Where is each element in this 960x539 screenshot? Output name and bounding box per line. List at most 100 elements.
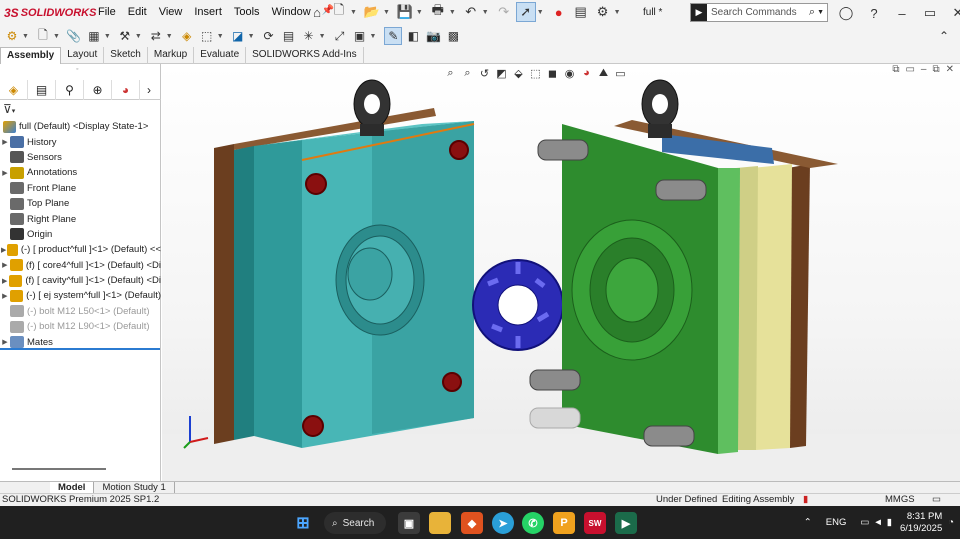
- solidworks-logo[interactable]: 3S SOLIDWORKS: [0, 6, 96, 20]
- presentation-app-icon[interactable]: P: [553, 512, 575, 534]
- tree-item[interactable]: Front Plane: [0, 181, 161, 196]
- property-manager-tab-icon[interactable]: ▤: [28, 80, 56, 100]
- tab-sketch[interactable]: Sketch: [104, 47, 148, 64]
- open-folder-icon[interactable]: 📂: [362, 2, 382, 22]
- graphics-viewport[interactable]: ⌕ ⌕ ↺ ◩ ⬙ ⬚ ◼ ◉ ◕ ⛰ ▭ ⧉ ▭ – ⧉ ✕: [162, 64, 960, 481]
- mold-assembly-model[interactable]: [162, 64, 960, 481]
- feature-tree-tab-icon[interactable]: ◈: [0, 80, 28, 100]
- core-half[interactable]: [529, 79, 838, 454]
- search-commands-box[interactable]: ▶ Search Commands ⌕ ▼: [690, 3, 828, 22]
- expand-chevron-icon[interactable]: ▶: [0, 338, 10, 346]
- show-hidden-icon[interactable]: ◈: [178, 27, 196, 45]
- tree-item[interactable]: Sensors: [0, 150, 161, 165]
- chevron-down-icon[interactable]: ▼: [248, 33, 255, 40]
- save-icon[interactable]: 💾: [395, 2, 415, 22]
- expand-chevron-icon[interactable]: ▶: [0, 169, 10, 177]
- file-properties-icon[interactable]: ▤: [571, 2, 591, 22]
- search-mode-icon[interactable]: ▶: [691, 4, 707, 21]
- display-icon[interactable]: ▭: [860, 517, 869, 528]
- rebuild-traffic-light-icon[interactable]: ●: [549, 2, 569, 22]
- tab-layout[interactable]: Layout: [61, 47, 105, 64]
- chevron-right-icon[interactable]: ›: [140, 80, 158, 100]
- close-icon[interactable]: ✕: [948, 3, 960, 23]
- chevron-down-icon[interactable]: ▼: [370, 33, 377, 40]
- search-icon[interactable]: ⌕: [809, 6, 817, 19]
- solidworks-taskbar-icon[interactable]: SW: [584, 512, 606, 534]
- chevron-down-icon[interactable]: ▼: [22, 33, 29, 40]
- windows-start-icon[interactable]: ⊞: [292, 512, 314, 534]
- tree-item[interactable]: (-) bolt M12 L90<1> (Default): [0, 319, 161, 334]
- file-explorer-icon[interactable]: [429, 512, 451, 534]
- status-units[interactable]: MMGS: [885, 494, 915, 506]
- tab-solidworks-addins[interactable]: SOLIDWORKS Add-Ins: [246, 47, 364, 64]
- chevron-up-icon[interactable]: ⌃: [804, 517, 812, 528]
- terminal-app-icon[interactable]: ▶: [615, 512, 637, 534]
- expand-chevron-icon[interactable]: ▶: [0, 277, 9, 285]
- chevron-down-icon[interactable]: ▼: [537, 9, 544, 16]
- user-account-icon[interactable]: ◯: [836, 3, 856, 23]
- tree-item[interactable]: ▶ History: [0, 134, 161, 149]
- product-part[interactable]: [472, 259, 564, 351]
- menu-tools[interactable]: Tools: [228, 0, 266, 25]
- horizontal-scrollbar[interactable]: [12, 468, 106, 470]
- expand-chevron-icon[interactable]: ▶: [0, 138, 10, 146]
- edit-component-icon[interactable]: ✎: [384, 27, 403, 45]
- rebuild-status-icon[interactable]: ▮: [803, 494, 808, 506]
- chevron-down-icon[interactable]: ▼: [383, 9, 390, 16]
- new-part-icon[interactable]: 🗋: [34, 27, 52, 45]
- tree-item[interactable]: ▶ (-) [ ej system^full ]<1> (Default): [0, 288, 161, 303]
- chevron-down-icon[interactable]: ▼: [166, 33, 173, 40]
- menu-insert[interactable]: Insert: [188, 0, 228, 25]
- take-snapshot-icon[interactable]: ◧: [404, 27, 422, 45]
- telegram-icon[interactable]: ➤: [492, 512, 514, 534]
- tree-item[interactable]: Right Plane: [0, 211, 161, 226]
- display-manager-tab-icon[interactable]: ◕: [112, 80, 140, 100]
- linear-pattern-icon[interactable]: ▦: [85, 27, 103, 45]
- volume-icon[interactable]: ◄: [873, 517, 882, 528]
- exploded-view-icon[interactable]: ✳: [300, 27, 318, 45]
- chevron-down-icon[interactable]: ▼: [217, 33, 224, 40]
- menu-view[interactable]: View: [153, 0, 189, 25]
- tree-root[interactable]: full (Default) <Display State-1>: [0, 119, 161, 134]
- battery-icon[interactable]: ▮: [887, 517, 892, 528]
- tab-evaluate[interactable]: Evaluate: [194, 47, 247, 64]
- reference-geometry-icon[interactable]: ◪: [229, 27, 247, 45]
- help-icon[interactable]: ?: [864, 3, 884, 23]
- clock[interactable]: 8:31 PM 6/19/2025: [900, 511, 942, 535]
- expand-chevron-icon[interactable]: ▶: [0, 246, 7, 254]
- tree-item[interactable]: ▶ (f) [ core4^full ]<1> (Default) <Di: [0, 258, 161, 273]
- whatsapp-icon[interactable]: ✆: [522, 512, 544, 534]
- chevron-down-icon[interactable]: ▼: [135, 33, 142, 40]
- bill-of-materials-icon[interactable]: ▤: [280, 27, 298, 45]
- brave-browser-icon[interactable]: ◆: [461, 512, 483, 534]
- filter-icon[interactable]: ⊽▾: [3, 102, 158, 118]
- dimxpert-tab-icon[interactable]: ⊕: [84, 80, 112, 100]
- smart-fasteners-icon[interactable]: ⚒: [116, 27, 134, 45]
- menu-file[interactable]: File: [92, 0, 122, 25]
- expand-chevron-icon[interactable]: ▶: [0, 292, 10, 300]
- home-icon[interactable]: ⌂: [307, 2, 327, 22]
- new-motion-study-icon[interactable]: ⟳: [260, 27, 278, 45]
- tree-item[interactable]: Origin: [0, 227, 161, 242]
- chevron-down-icon[interactable]: ▼: [104, 33, 111, 40]
- instant3d-icon[interactable]: ⤢: [331, 27, 349, 45]
- print-icon[interactable]: 🖶: [428, 2, 448, 22]
- chevron-down-icon[interactable]: ▼: [53, 33, 60, 40]
- chevron-down-icon[interactable]: ▼: [614, 9, 621, 16]
- tree-item[interactable]: ▶ (f) [ cavity^full ]<1> (Default) <Di: [0, 273, 161, 288]
- select-pointer-icon[interactable]: ➚: [515, 2, 536, 22]
- expand-chevron-icon[interactable]: ▶: [0, 261, 10, 269]
- chevron-down-icon[interactable]: ▼: [350, 9, 357, 16]
- language-indicator[interactable]: ENG: [826, 517, 847, 528]
- scroll-arrows[interactable]: [0, 482, 50, 493]
- camera-icon[interactable]: 📷: [424, 27, 442, 45]
- large-assembly-icon[interactable]: ▩: [444, 27, 462, 45]
- notification-icon[interactable]: ◔: [948, 517, 954, 528]
- chevron-down-icon[interactable]: ▼: [416, 9, 423, 16]
- tree-item[interactable]: Top Plane: [0, 196, 161, 211]
- panel-collapse-handle[interactable]: ◦: [76, 66, 78, 73]
- maximize-icon[interactable]: ▭: [920, 3, 940, 23]
- collapse-ribbon-icon[interactable]: ⌃: [935, 27, 953, 45]
- new-document-icon[interactable]: 🗋: [329, 2, 349, 22]
- chevron-down-icon[interactable]: ▼: [482, 9, 489, 16]
